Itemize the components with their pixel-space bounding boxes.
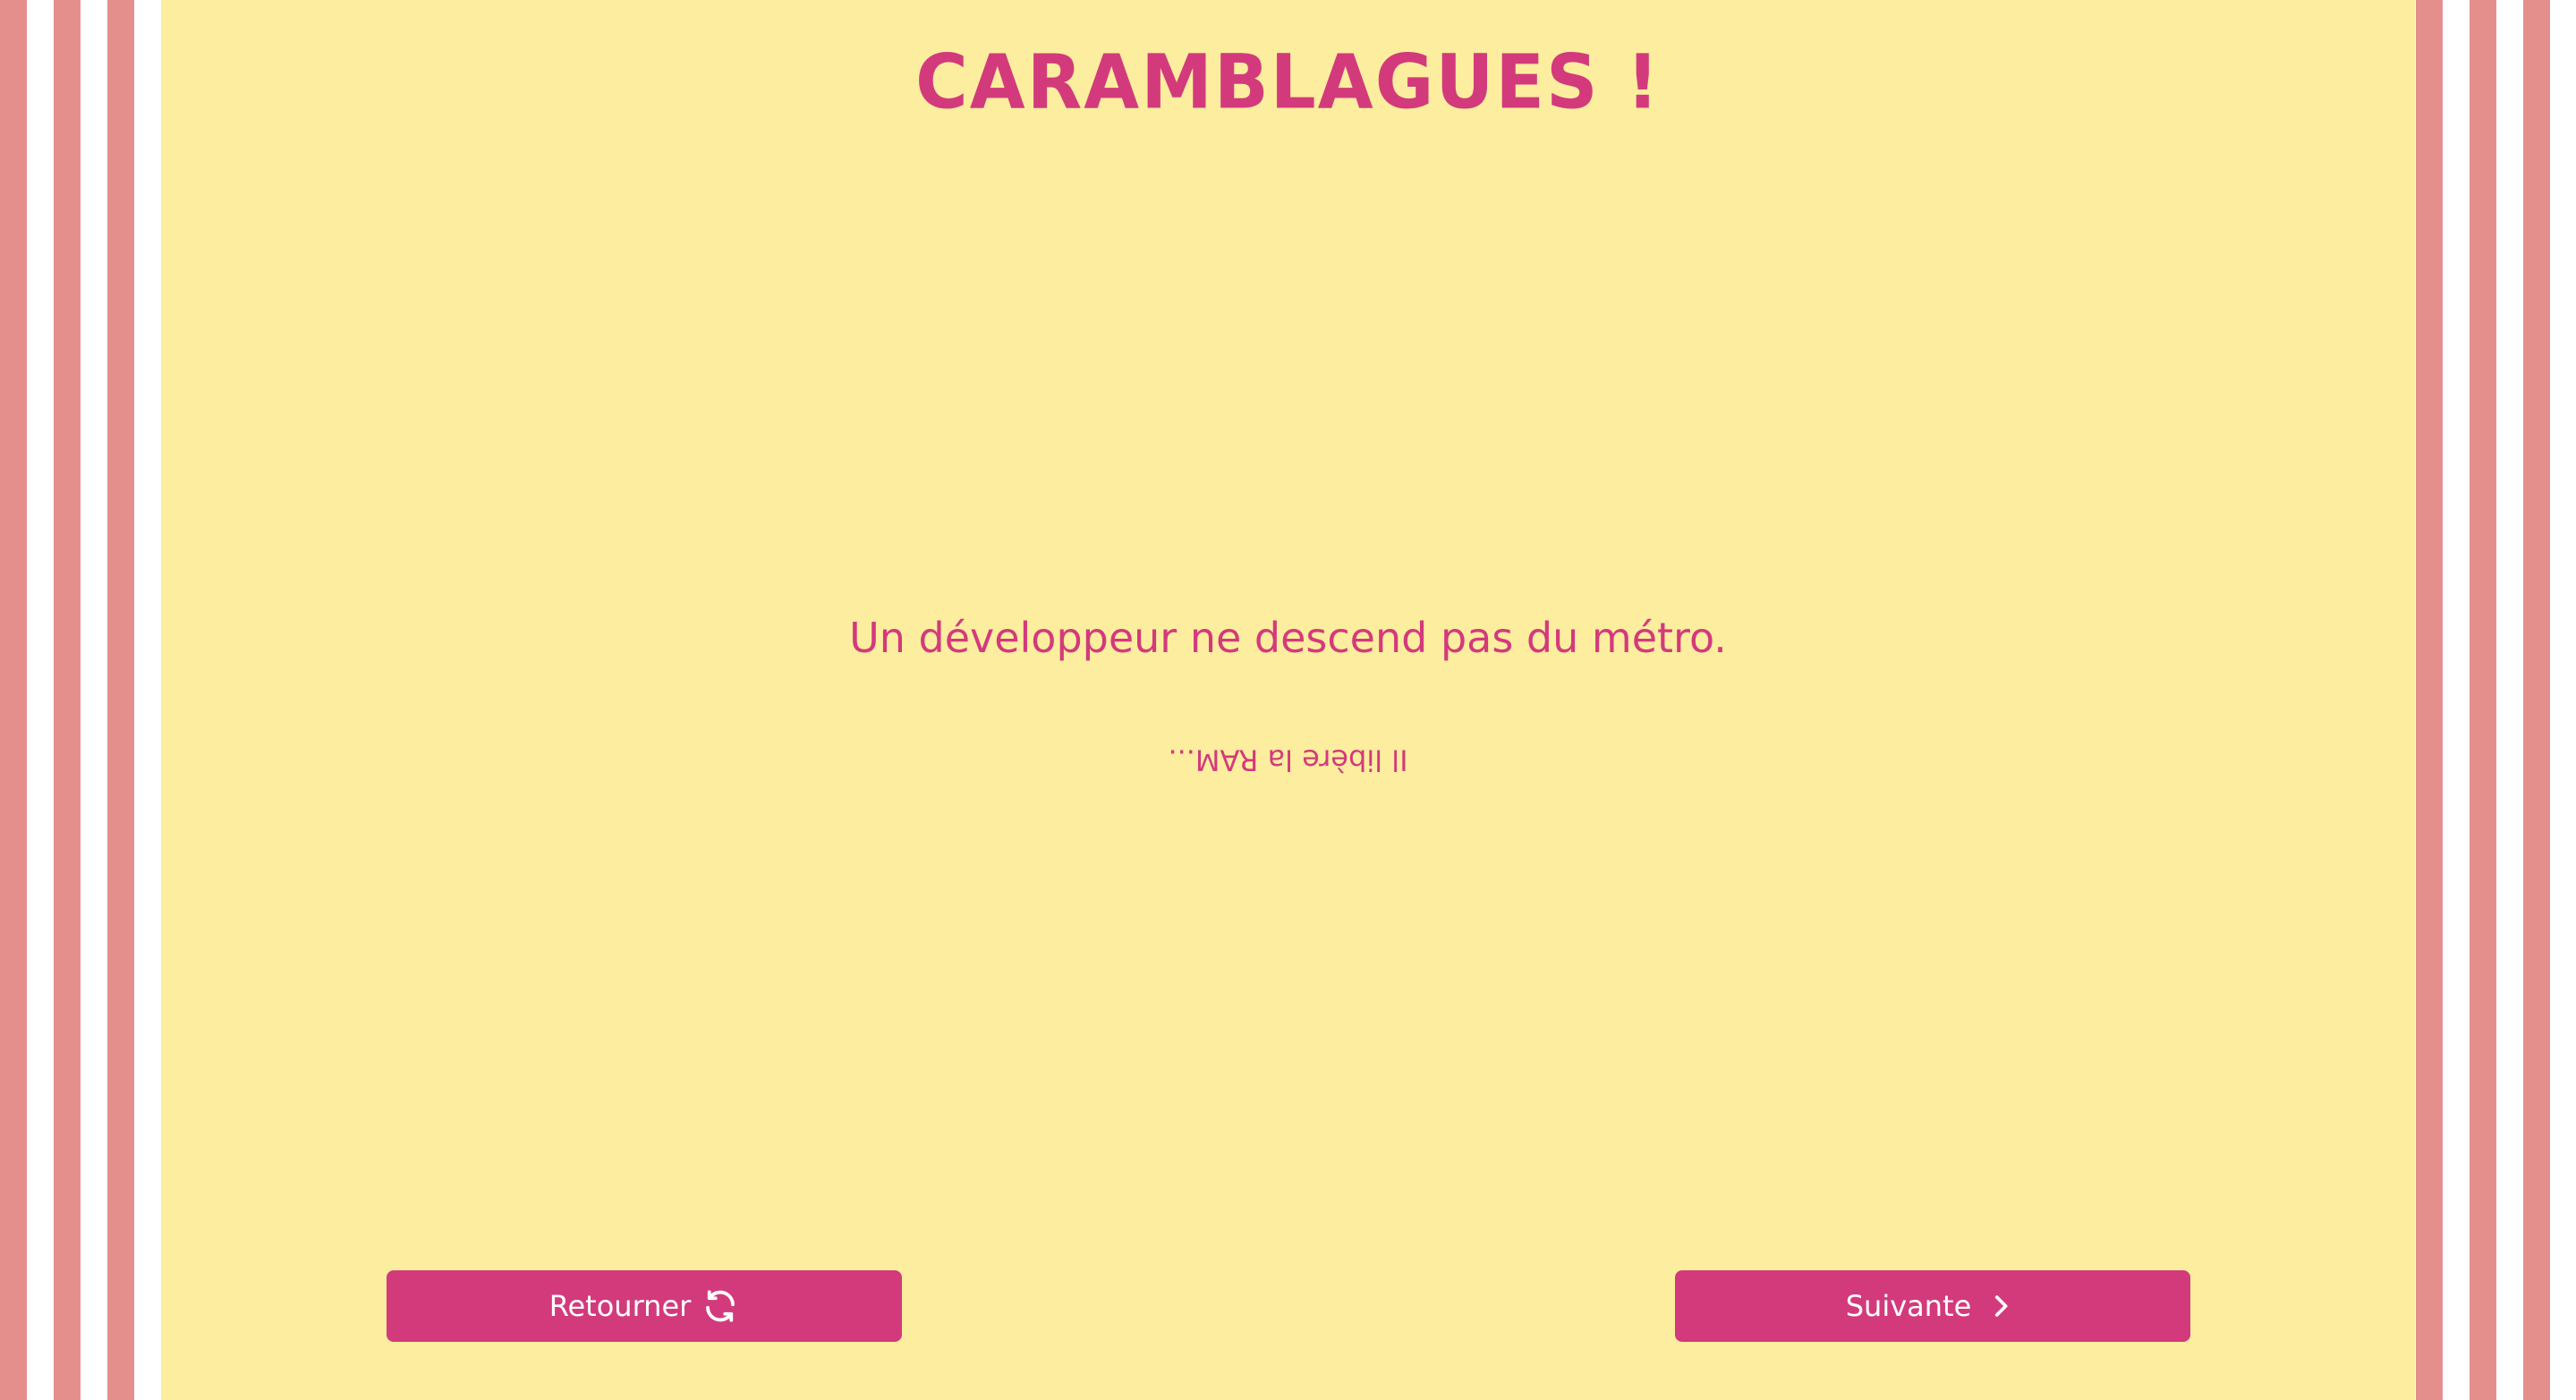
page-title: CARAMBLAGUES !: [915, 38, 1661, 126]
joke-card: CARAMBLAGUES ! Un développeur ne descend…: [161, 0, 2415, 1400]
refresh-icon: [701, 1287, 739, 1325]
joke-answer-upside-down: Il libère la RAM...: [1168, 742, 1408, 777]
joke-question: Un développeur ne descend pas du métro.: [849, 614, 1727, 662]
flip-button[interactable]: Retourner: [387, 1270, 902, 1342]
next-button[interactable]: Suivante: [1675, 1270, 2190, 1342]
flip-button-label: Retourner: [548, 1289, 692, 1323]
chevron-right-icon: [1982, 1287, 2019, 1325]
next-button-label: Suivante: [1845, 1289, 1972, 1323]
